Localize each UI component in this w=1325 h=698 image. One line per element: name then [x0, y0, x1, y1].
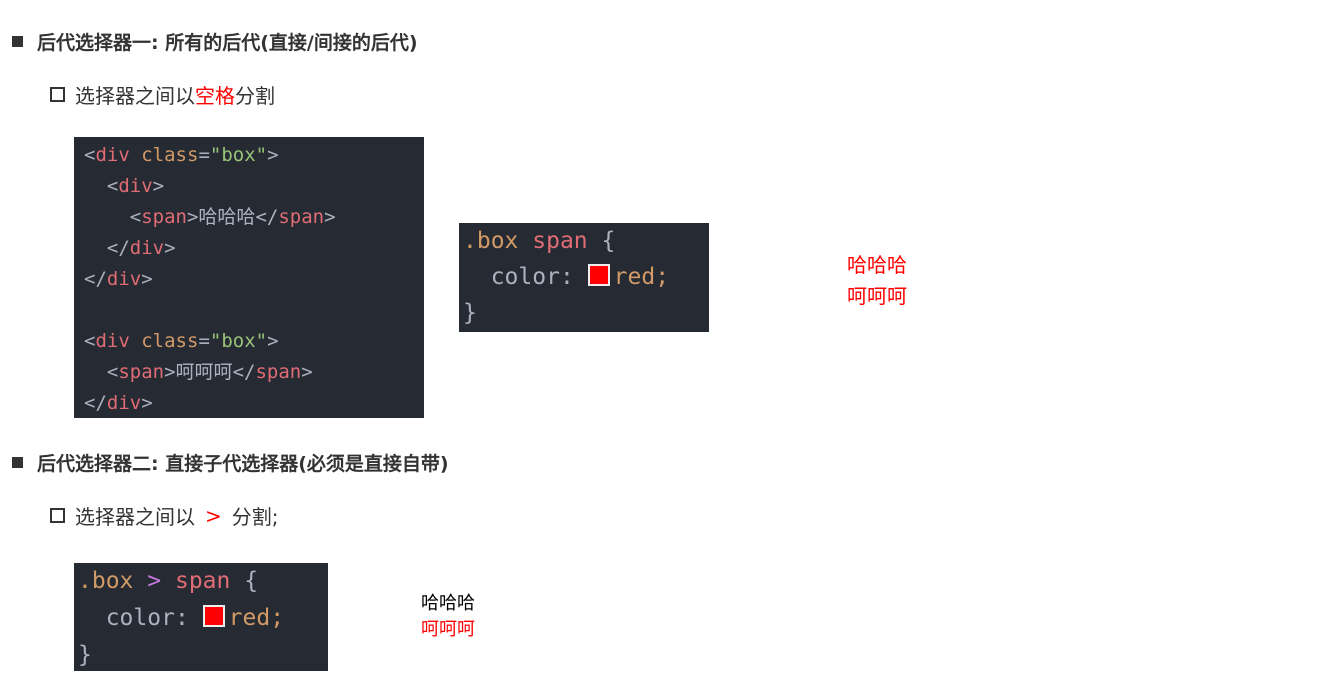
sub-text: 分割; — [231, 505, 279, 529]
result-2: 哈哈哈 呵呵呵 — [421, 593, 475, 640]
color-swatch-icon — [587, 264, 610, 286]
hollow-square-bullet-icon — [50, 87, 65, 102]
sub-text: 选择器之间以 — [75, 505, 195, 529]
css-code-block-1: .box span { color: red;} — [459, 223, 709, 332]
hollow-square-bullet-icon — [50, 508, 65, 523]
sub-text: 分割 — [235, 84, 275, 108]
square-bullet-icon — [12, 36, 23, 47]
heading-text: 后代选择器一: 所有的后代(直接/间接的后代) — [37, 32, 418, 54]
section1-heading: 后代选择器一: 所有的后代(直接/间接的后代) — [12, 28, 418, 55]
square-bullet-icon — [12, 457, 23, 468]
css-code-block-2: .box > span { color: red;} — [74, 563, 328, 671]
section1-subpoint: 选择器之间以 空格 分割 — [50, 80, 275, 109]
html-code-block: <div class="box"> <div> <span>哈哈哈</span>… — [74, 137, 424, 418]
heading-text: 后代选择器二: 直接子代选择器(必须是直接自带) — [37, 453, 449, 475]
result-1: 哈哈哈 呵呵呵 — [847, 253, 907, 308]
section2-heading: 后代选择器二: 直接子代选择器(必须是直接自带) — [12, 449, 449, 476]
section2-subpoint: 选择器之间以 > 分割; — [50, 501, 279, 530]
sub-text: 选择器之间以 — [75, 84, 195, 108]
highlight-text: > — [205, 503, 222, 528]
color-swatch-icon — [202, 605, 225, 627]
highlight-text: 空格 — [195, 84, 235, 108]
